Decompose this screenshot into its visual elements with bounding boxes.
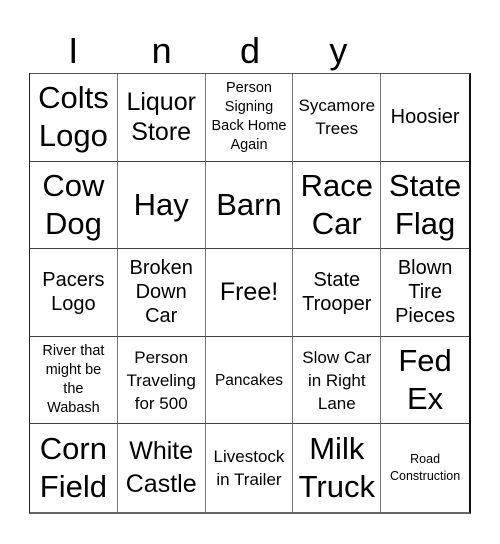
header-letter-4: y xyxy=(329,30,348,71)
cell-line: Pancakes xyxy=(214,371,284,389)
cell-line: Again xyxy=(230,137,268,154)
cell-line: Free! xyxy=(219,278,279,307)
bingo-cell[interactable]: River that might be the Wabash xyxy=(30,336,118,425)
cell-line: Fed xyxy=(398,343,452,379)
cell-line: Slow Car xyxy=(302,347,372,367)
cell-line: Milk xyxy=(309,431,365,467)
cell-line: Store xyxy=(131,118,192,147)
cell-line: Truck xyxy=(298,469,375,505)
cell-line: might be xyxy=(45,362,102,379)
cell-line: Construction xyxy=(390,469,461,484)
cell-line: Dog xyxy=(44,205,102,241)
cell-line: White xyxy=(129,437,194,466)
cell-line: Pieces xyxy=(395,305,456,328)
cell-line: Trees xyxy=(315,119,359,139)
cell-line: Car xyxy=(145,305,178,328)
bingo-cell[interactable]: Broken Down Car xyxy=(117,249,206,337)
bingo-cell[interactable]: Blown Tire Pieces xyxy=(381,249,469,337)
free-space-cell[interactable]: Free! xyxy=(205,249,294,337)
cell-line: Flag xyxy=(394,205,456,241)
bingo-cell[interactable]: Hoosier xyxy=(381,74,469,162)
header-letter-1: I xyxy=(68,30,79,71)
cell-line: Sycamore xyxy=(298,96,376,116)
header-letter-3: d xyxy=(239,30,260,71)
cell-line: Hay xyxy=(133,186,189,222)
cell-line: Blown xyxy=(397,257,453,280)
cell-line: Trooper xyxy=(302,293,372,316)
header-letter-5 xyxy=(383,28,471,73)
cell-line: in Right xyxy=(307,370,366,390)
cell-line: Logo xyxy=(51,293,96,316)
bingo-cell[interactable]: Road Construction xyxy=(381,424,469,512)
bingo-cell[interactable]: White Castle xyxy=(118,424,206,512)
bingo-cell[interactable]: Sycamore Trees xyxy=(293,74,382,162)
bingo-cell[interactable]: Race Car xyxy=(293,161,382,250)
bingo-cell[interactable]: State Trooper xyxy=(293,249,382,337)
cell-line: Back Home xyxy=(211,118,287,135)
cell-line: Down xyxy=(135,281,187,304)
bingo-cell[interactable]: State Flag xyxy=(381,162,469,250)
cell-line: Person xyxy=(134,347,189,367)
bingo-cell[interactable]: Cow Dog xyxy=(30,161,118,250)
cell-line: Colts xyxy=(38,80,109,116)
cell-line: Race xyxy=(300,167,373,203)
cell-line: River that xyxy=(42,343,105,360)
cell-line: Wabash xyxy=(47,400,100,417)
cell-line: State xyxy=(313,269,361,292)
bingo-cell[interactable]: Pancakes xyxy=(205,336,294,425)
cell-line: Logo xyxy=(38,118,108,154)
cell-line: Tire xyxy=(408,281,442,304)
cell-line: for 500 xyxy=(134,393,188,413)
bingo-cell[interactable]: Livestock in Trailer xyxy=(206,424,294,512)
bingo-cell[interactable]: Person Traveling for 500 xyxy=(117,336,206,425)
cell-line: Barn xyxy=(216,186,282,222)
bingo-board: Colts Logo Liquor Store Person Signing B… xyxy=(29,73,471,514)
bingo-cell[interactable]: Barn xyxy=(205,161,294,250)
cell-line: Field xyxy=(39,469,107,505)
cell-line: Person xyxy=(226,80,272,97)
cell-line: Livestock xyxy=(213,447,285,467)
bingo-header: I n d y xyxy=(29,28,471,73)
bingo-cell[interactable]: Pacers Logo xyxy=(30,249,118,337)
bingo-cell[interactable]: Slow Car in Right Lane xyxy=(293,336,382,425)
bingo-cell[interactable]: Colts Logo xyxy=(30,74,118,162)
cell-line: Car xyxy=(311,205,362,241)
cell-line: Road xyxy=(410,452,441,467)
cell-line: Corn xyxy=(39,431,107,467)
bingo-cell[interactable]: Person Signing Back Home Again xyxy=(205,74,294,162)
bingo-cell[interactable]: Corn Field xyxy=(30,424,118,512)
cell-line: the xyxy=(63,381,84,398)
bingo-cell[interactable]: Hay xyxy=(117,161,206,250)
cell-line: State xyxy=(388,167,462,203)
cell-line: Liquor xyxy=(126,88,196,117)
cell-line: Signing xyxy=(224,99,274,116)
header-letter-2: n xyxy=(151,30,172,71)
cell-line: Cow xyxy=(42,167,105,203)
cell-line: Castle xyxy=(125,470,197,499)
cell-line: Pacers xyxy=(42,269,105,292)
cell-line: Broken xyxy=(129,257,193,280)
cell-line: Ex xyxy=(406,381,444,417)
cell-line: in Trailer xyxy=(216,470,282,490)
bingo-cell[interactable]: Milk Truck xyxy=(293,424,382,512)
cell-line: Traveling xyxy=(126,370,196,390)
bingo-cell[interactable]: Fed Ex xyxy=(381,337,469,425)
bingo-cell[interactable]: Liquor Store xyxy=(117,74,206,162)
cell-line: Hoosier xyxy=(390,106,460,129)
cell-line: Lane xyxy=(317,393,356,413)
